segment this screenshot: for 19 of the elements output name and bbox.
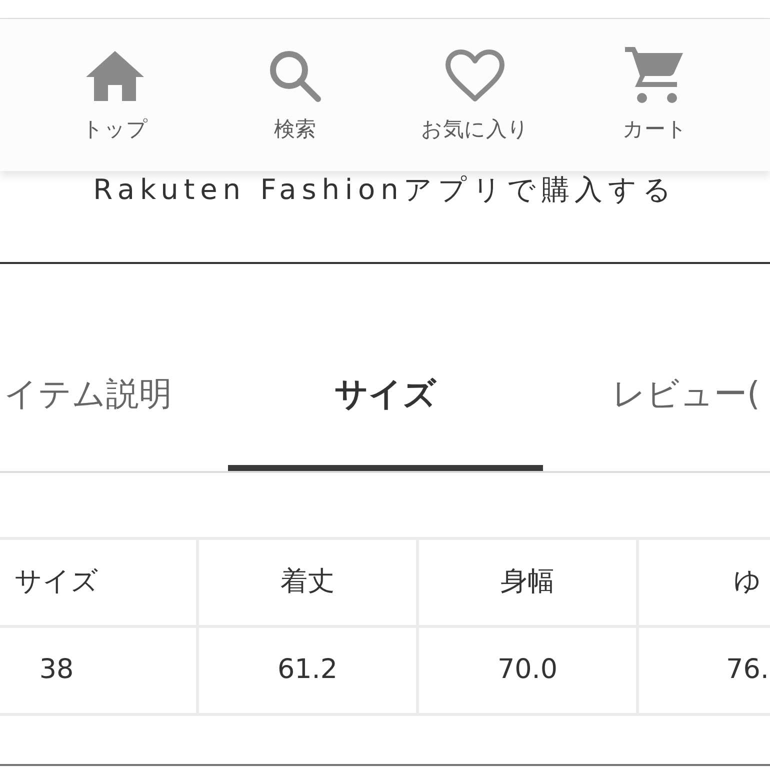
nav-item[interactable]: カート: [565, 19, 745, 171]
search-icon: [269, 50, 321, 102]
cart-icon: [625, 47, 685, 105]
nav-item[interactable]: お気に入り: [385, 19, 565, 171]
table-header-cell: 着丈: [198, 538, 418, 626]
table-header-cell: サイズ: [0, 538, 198, 626]
home-icon: [86, 51, 144, 101]
table-cell: 38: [0, 626, 198, 714]
table-header-cell: 身幅: [418, 538, 638, 626]
table-cell: 70.0: [418, 626, 638, 714]
nav-item[interactable]: トップ: [25, 19, 205, 171]
table-header-cell: ゆ: [638, 538, 770, 626]
tab[interactable]: レビュー(: [543, 364, 770, 471]
table-cell: 61.2: [198, 626, 418, 714]
nav-item[interactable]: 検索: [205, 19, 385, 171]
app-purchase-button[interactable]: Rakuten Fashionアプリで購入する: [0, 171, 770, 264]
tab[interactable]: サイズ: [228, 364, 543, 471]
tab[interactable]: イテム説明: [0, 364, 228, 471]
heart-icon: [445, 49, 505, 103]
